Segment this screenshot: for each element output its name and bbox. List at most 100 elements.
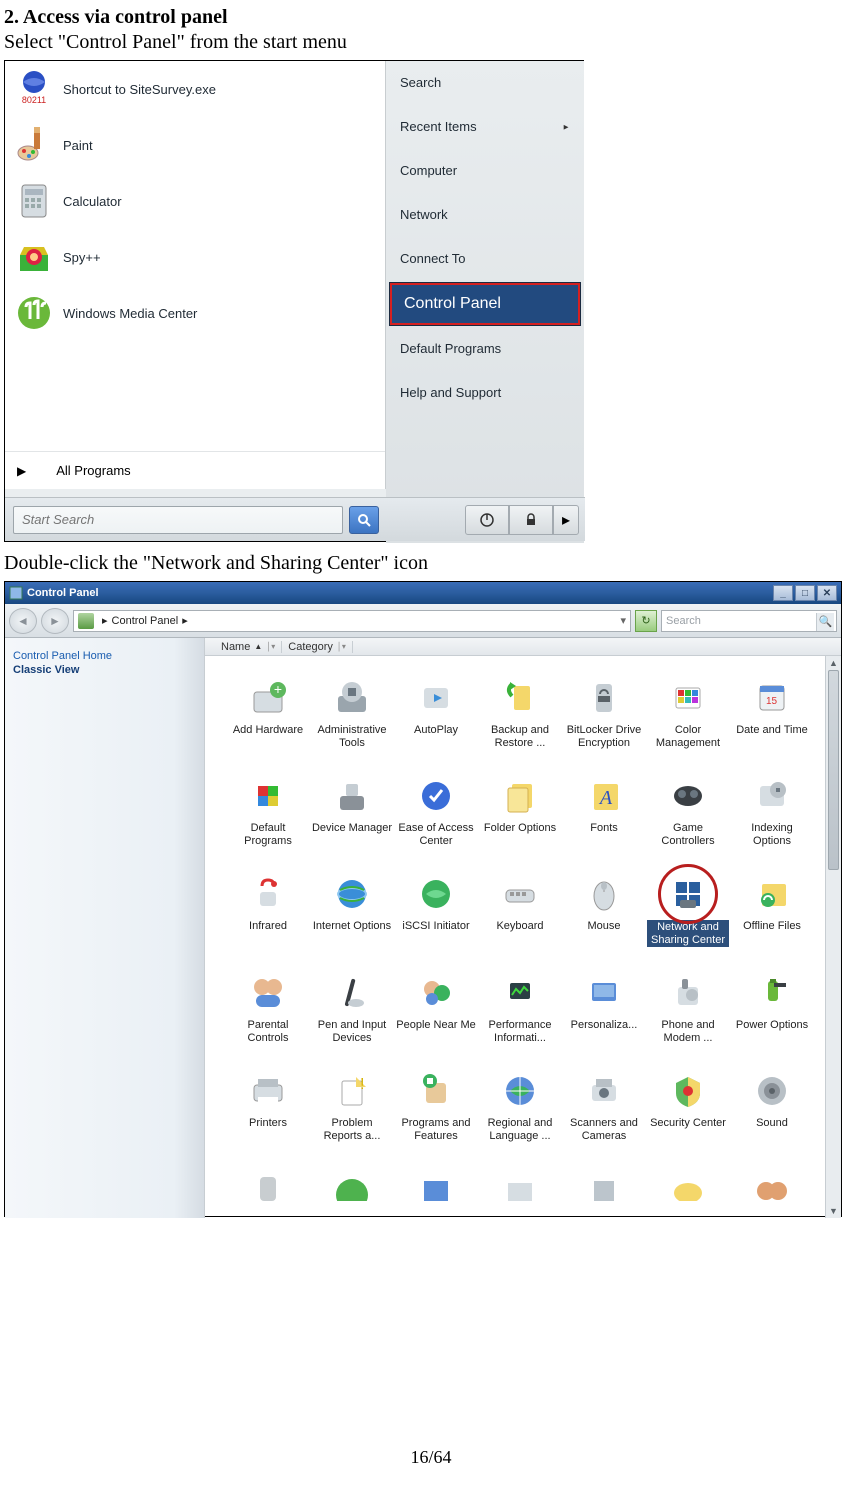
cp-item-people-near-me[interactable]: People Near Me — [395, 969, 477, 1045]
partial-icon[interactable] — [395, 1165, 477, 1215]
sort-category-column[interactable]: Category │▾ — [282, 641, 353, 653]
sidebar-home-link[interactable]: Control Panel Home — [13, 650, 196, 662]
cp-item-programs-and-features[interactable]: Programs and Features — [395, 1067, 477, 1143]
cp-item-keyboard[interactable]: Keyboard — [479, 870, 561, 947]
start-menu-item-calculator[interactable]: Calculator — [5, 173, 385, 229]
start-menu-item-wmc[interactable]: Windows Media Center — [5, 285, 385, 341]
window-title: Control Panel — [27, 587, 99, 599]
cp-item-offline-files[interactable]: Offline Files — [731, 870, 813, 947]
back-button[interactable]: ◄ — [9, 608, 37, 634]
cp-item-phone-and-modem[interactable]: Phone and Modem ... — [647, 969, 729, 1045]
cp-item-administrative-tools[interactable]: Administrative Tools — [311, 674, 393, 750]
partial-icon[interactable] — [479, 1165, 561, 1215]
cp-item-date-and-time[interactable]: 15Date and Time — [731, 674, 813, 750]
cp-item-color-management[interactable]: Color Management — [647, 674, 729, 750]
instruction-text-2: Double-click the "Network and Sharing Ce… — [4, 552, 858, 575]
start-menu-computer[interactable]: Computer — [386, 149, 584, 193]
cp-icon — [328, 772, 376, 820]
maximize-button[interactable]: □ — [795, 585, 815, 601]
start-menu-power-buttons: ▸ — [465, 505, 579, 535]
start-menu-item-spy[interactable]: Spy++ — [5, 229, 385, 285]
start-menu-control-panel[interactable]: Control Panel — [390, 283, 580, 325]
cp-item-scanners-and-cameras[interactable]: Scanners and Cameras — [563, 1067, 645, 1143]
cp-item-problem-reports-a[interactable]: !Problem Reports a... — [311, 1067, 393, 1143]
start-menu-network[interactable]: Network — [386, 193, 584, 237]
cp-item-personaliza[interactable]: Personaliza... — [563, 969, 645, 1045]
options-arrow-button[interactable]: ▸ — [553, 505, 579, 535]
start-menu-search[interactable]: Search — [386, 61, 584, 105]
cp-item-mouse[interactable]: Mouse — [563, 870, 645, 947]
cp-item-internet-options[interactable]: Internet Options — [311, 870, 393, 947]
cp-item-pen-and-input-devices[interactable]: Pen and Input Devices — [311, 969, 393, 1045]
close-button[interactable]: ✕ — [817, 585, 837, 601]
cp-item-parental-controls[interactable]: Parental Controls — [227, 969, 309, 1045]
partial-icon[interactable] — [227, 1165, 309, 1215]
cp-item-label: Ease of Access Center — [395, 822, 477, 848]
cp-item-add-hardware[interactable]: +Add Hardware — [227, 674, 309, 750]
cp-item-label: Sound — [756, 1117, 788, 1143]
start-search-button[interactable] — [349, 506, 379, 534]
power-icon — [479, 512, 495, 528]
cp-icon — [328, 674, 376, 722]
partial-icon[interactable] — [731, 1165, 813, 1215]
cp-item-ease-of-access-center[interactable]: Ease of Access Center — [395, 772, 477, 848]
cp-item-fonts[interactable]: AFonts — [563, 772, 645, 848]
partial-icon[interactable] — [647, 1165, 729, 1215]
cp-item-performance-informati[interactable]: Performance Informati... — [479, 969, 561, 1045]
toolbar: ◄ ► ▸ Control Panel ▸ ▾ ↻ Search 🔍 — [5, 604, 841, 638]
cp-item-label: Backup and Restore ... — [479, 724, 561, 750]
all-programs-button[interactable]: ▶ All Programs — [5, 451, 385, 489]
cp-item-printers[interactable]: Printers — [227, 1067, 309, 1143]
paint-icon — [13, 124, 55, 166]
svg-text:!: ! — [360, 1076, 364, 1093]
partial-icon[interactable] — [311, 1165, 393, 1215]
cp-item-label: Printers — [249, 1117, 287, 1143]
start-search-input[interactable] — [13, 506, 343, 534]
cp-item-label: Device Manager — [312, 822, 392, 848]
breadcrumb-bar[interactable]: ▸ Control Panel ▸ ▾ — [73, 610, 631, 632]
power-button[interactable] — [465, 505, 509, 535]
cp-item-autoplay[interactable]: AutoPlay — [395, 674, 477, 750]
cp-item-bitlocker-drive-encryption[interactable]: BitLocker Drive Encryption — [563, 674, 645, 750]
start-menu-item-paint[interactable]: Paint — [5, 117, 385, 173]
cp-item-network-and-sharing-center[interactable]: Network and Sharing Center — [647, 870, 729, 947]
scrollbar-thumb[interactable] — [828, 670, 839, 870]
start-menu-connect-to[interactable]: Connect To — [386, 237, 584, 281]
start-menu-default-programs[interactable]: Default Programs — [386, 327, 584, 371]
cp-item-regional-and-language[interactable]: Regional and Language ... — [479, 1067, 561, 1143]
scroll-down-icon[interactable]: ▼ — [826, 1204, 841, 1218]
cp-item-sound[interactable]: Sound — [731, 1067, 813, 1143]
cp-item-label: Fonts — [590, 822, 618, 848]
scroll-up-icon[interactable]: ▲ — [826, 656, 841, 670]
address-search[interactable]: Search 🔍 — [661, 610, 837, 632]
sidebar-classic-view-link[interactable]: Classic View — [13, 664, 196, 676]
start-menu-bottom-bar: ▸ — [5, 497, 585, 541]
sort-name-column[interactable]: Name ▲ │▾ — [215, 641, 282, 653]
cp-item-default-programs[interactable]: Default Programs — [227, 772, 309, 848]
scrollbar[interactable]: ▲ ▼ — [825, 656, 841, 1218]
start-menu-item-sitesurvey[interactable]: 80211 Shortcut to SiteSurvey.exe — [5, 61, 385, 117]
cp-item-power-options[interactable]: Power Options — [731, 969, 813, 1045]
lock-button[interactable] — [509, 505, 553, 535]
cp-item-folder-options[interactable]: Folder Options — [479, 772, 561, 848]
cp-item-label: Personaliza... — [571, 1019, 638, 1045]
cp-item-iscsi-initiator[interactable]: iSCSI Initiator — [395, 870, 477, 947]
start-menu-help-support[interactable]: Help and Support — [386, 371, 584, 415]
cp-icon — [580, 674, 628, 722]
cp-item-security-center[interactable]: Security Center — [647, 1067, 729, 1143]
refresh-button[interactable]: ↻ — [635, 610, 657, 632]
cp-item-infrared[interactable]: Infrared — [227, 870, 309, 947]
cp-item-label: Programs and Features — [395, 1117, 477, 1143]
cp-item-backup-and-restore[interactable]: Backup and Restore ... — [479, 674, 561, 750]
cp-item-indexing-options[interactable]: Indexing Options — [731, 772, 813, 848]
minimize-button[interactable]: _ — [773, 585, 793, 601]
partial-icon[interactable] — [563, 1165, 645, 1215]
forward-button[interactable]: ► — [41, 608, 69, 634]
cp-icon — [496, 772, 544, 820]
start-menu-recent-items[interactable]: Recent Items — [386, 105, 584, 149]
cp-item-device-manager[interactable]: Device Manager — [311, 772, 393, 848]
sidebar: Control Panel Home Classic View — [5, 638, 205, 1218]
cp-icon: + — [244, 674, 292, 722]
cp-item-game-controllers[interactable]: Game Controllers — [647, 772, 729, 848]
cp-icon — [748, 1067, 796, 1115]
